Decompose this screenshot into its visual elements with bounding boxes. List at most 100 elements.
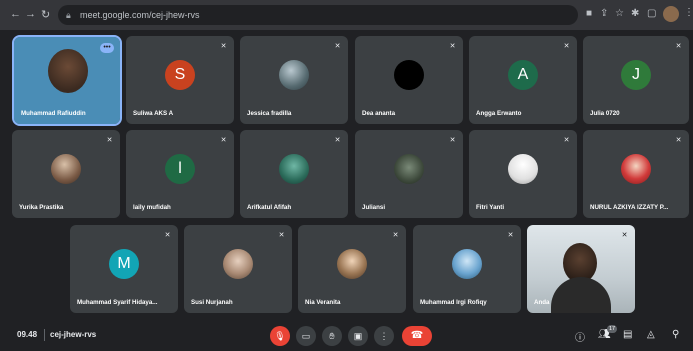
avatar <box>621 153 651 184</box>
browser-toolbar: ← → ↻ 🔒︎ meet.google.com/cej-jhew-rvs ■ … <box>0 0 693 31</box>
present-icon: ▣ <box>353 331 363 341</box>
mic-off-icon: ✕ <box>334 43 341 50</box>
mic-off-icon: 🎙︎ <box>274 331 286 341</box>
tab-icon[interactable]: ▢ <box>647 8 656 19</box>
avatar: J <box>621 59 651 90</box>
more-options-button[interactable]: ⋮ <box>374 326 394 346</box>
participant-name: Angga Erwanto <box>476 110 522 117</box>
lock-icon: 🔒︎ <box>66 10 71 20</box>
mic-off-icon: ✕ <box>278 232 285 239</box>
participant-name: Muhammad Rafiuddin <box>21 110 86 117</box>
self-tile[interactable]: ✕ Anda <box>527 225 635 313</box>
url-text: meet.google.com/cej-jhew-rvs <box>80 10 200 20</box>
avatar <box>394 153 424 184</box>
call-end-icon: ☎︎ <box>410 330 424 341</box>
share-icon[interactable]: ⇪ <box>600 8 608 19</box>
participant-name: Muhammad Irgi Rofiqy <box>420 299 487 306</box>
participant-name: Julia 0720 <box>590 110 620 117</box>
participant-name: Arifkatul Afifah <box>247 204 292 211</box>
avatar <box>452 248 482 279</box>
avatar <box>279 153 309 184</box>
mic-off-icon: ✕ <box>220 137 227 144</box>
participant-tile[interactable]: ✕ Arifkatul Afifah <box>240 130 348 218</box>
hand-icon: ✋︎ <box>329 331 335 341</box>
participant-name: Dea ananta <box>362 110 396 117</box>
meeting-code: cej-jhew-rvs <box>50 330 97 339</box>
info-icon[interactable]: ⓘ <box>575 329 585 344</box>
participant-tile[interactable]: ✕ Nia Veranita <box>298 225 406 313</box>
mic-off-icon: ✕ <box>449 137 456 144</box>
mic-off-icon: ✕ <box>164 232 171 239</box>
mic-off-icon: ✕ <box>220 43 227 50</box>
star-icon[interactable]: ☆ <box>615 8 624 19</box>
participant-name: Susi Nurjanah <box>191 299 233 306</box>
participant-tile[interactable]: ✕ S Suliwa AKS A <box>126 36 234 124</box>
more-options-icon[interactable]: ••• <box>100 43 114 53</box>
mic-off-icon: ✕ <box>563 137 570 144</box>
participant-tile[interactable]: ✕ Muhammad Irgi Rofiqy <box>413 225 521 313</box>
avatar <box>337 248 367 279</box>
avatar: l <box>165 153 195 184</box>
participant-name: NURUL AZKIYA IZZATY P... <box>590 204 669 211</box>
avatar <box>279 59 309 90</box>
activities-icon[interactable]: ◬ <box>647 329 655 340</box>
divider <box>44 329 45 341</box>
back-icon[interactable]: ← <box>10 8 21 20</box>
participant-name: Juliansi <box>362 204 386 211</box>
mic-off-icon: ✕ <box>334 137 341 144</box>
camera-icon[interactable]: ■ <box>586 8 592 19</box>
mic-off-icon: ✕ <box>449 43 456 50</box>
participant-name: Muhammad Syarif Hidaya... <box>77 299 158 306</box>
extensions-icon[interactable]: ✱ <box>631 8 639 19</box>
raise-hand-button[interactable]: ✋︎ <box>322 326 342 346</box>
participant-name: Fitri Yanti <box>476 204 505 211</box>
participant-video <box>48 49 88 93</box>
reload-icon[interactable]: ↻ <box>41 8 50 21</box>
leave-call-button[interactable]: ☎︎ <box>402 326 432 346</box>
participant-tile[interactable]: ✕ J Julia 0720 <box>583 36 689 124</box>
mic-off-icon: ✕ <box>563 43 570 50</box>
participant-tile[interactable]: ✕ M Muhammad Syarif Hidaya... <box>70 225 178 313</box>
participant-tile[interactable]: ✕ NURUL AZKIYA IZZATY P... <box>583 130 689 218</box>
meeting-controls-bar: 09.48 cej-jhew-rvs 🎙︎ ▭ ✋︎ ▣ ⋮ ☎︎ ⓘ 👥︎ 1… <box>0 322 693 351</box>
meeting-time: 09.48 <box>17 330 38 339</box>
more-vert-icon: ⋮ <box>379 331 389 341</box>
avatar <box>394 59 424 90</box>
host-controls-icon[interactable]: ⚲ <box>672 329 679 340</box>
mic-off-icon: ✕ <box>392 232 399 239</box>
participant-name: Suliwa AKS A <box>133 110 174 117</box>
avatar <box>51 153 81 184</box>
avatar <box>508 153 538 184</box>
menu-icon[interactable]: ⋮ <box>684 7 693 18</box>
participant-tile[interactable]: ✕ Yurika Prastika <box>12 130 120 218</box>
avatar: S <box>165 59 195 90</box>
camera-icon: ▭ <box>301 331 311 341</box>
participant-tile[interactable]: ✕ Jessica fradilla <box>240 36 348 124</box>
profile-avatar[interactable] <box>663 6 679 22</box>
participants-count-badge: 17 <box>607 325 617 333</box>
participant-name: laily mufidah <box>133 204 171 211</box>
mic-toggle-button[interactable]: 🎙︎ <box>270 326 290 346</box>
participant-tile[interactable]: ✕ Dea ananta <box>355 36 463 124</box>
participant-tile[interactable]: ✕ l laily mufidah <box>126 130 234 218</box>
camera-toggle-button[interactable]: ▭ <box>296 326 316 346</box>
participant-name: Yurika Prastika <box>19 204 64 211</box>
address-bar[interactable]: 🔒︎ meet.google.com/cej-jhew-rvs <box>58 5 578 25</box>
mic-off-icon: ✕ <box>621 232 628 239</box>
participant-tile[interactable]: ✕ Juliansi <box>355 130 463 218</box>
avatar: A <box>508 59 538 90</box>
participant-name: Anda <box>534 299 550 306</box>
mic-off-icon: ✕ <box>675 137 682 144</box>
avatar: M <box>109 248 139 279</box>
forward-icon[interactable]: → <box>25 8 36 20</box>
participant-name: Jessica fradilla <box>247 110 292 117</box>
participant-name: Nia Veranita <box>305 299 341 306</box>
chat-icon[interactable]: ▤ <box>623 329 632 340</box>
participant-tile[interactable]: ✕ Susi Nurjanah <box>184 225 292 313</box>
participant-tile[interactable]: ✕ A Angga Erwanto <box>469 36 577 124</box>
participant-tile[interactable]: ✕ Fitri Yanti <box>469 130 577 218</box>
avatar <box>223 248 253 279</box>
present-button[interactable]: ▣ <box>348 326 368 346</box>
mic-off-icon: ✕ <box>106 137 113 144</box>
participant-tile[interactable]: ••• Muhammad Rafiuddin <box>12 35 122 126</box>
